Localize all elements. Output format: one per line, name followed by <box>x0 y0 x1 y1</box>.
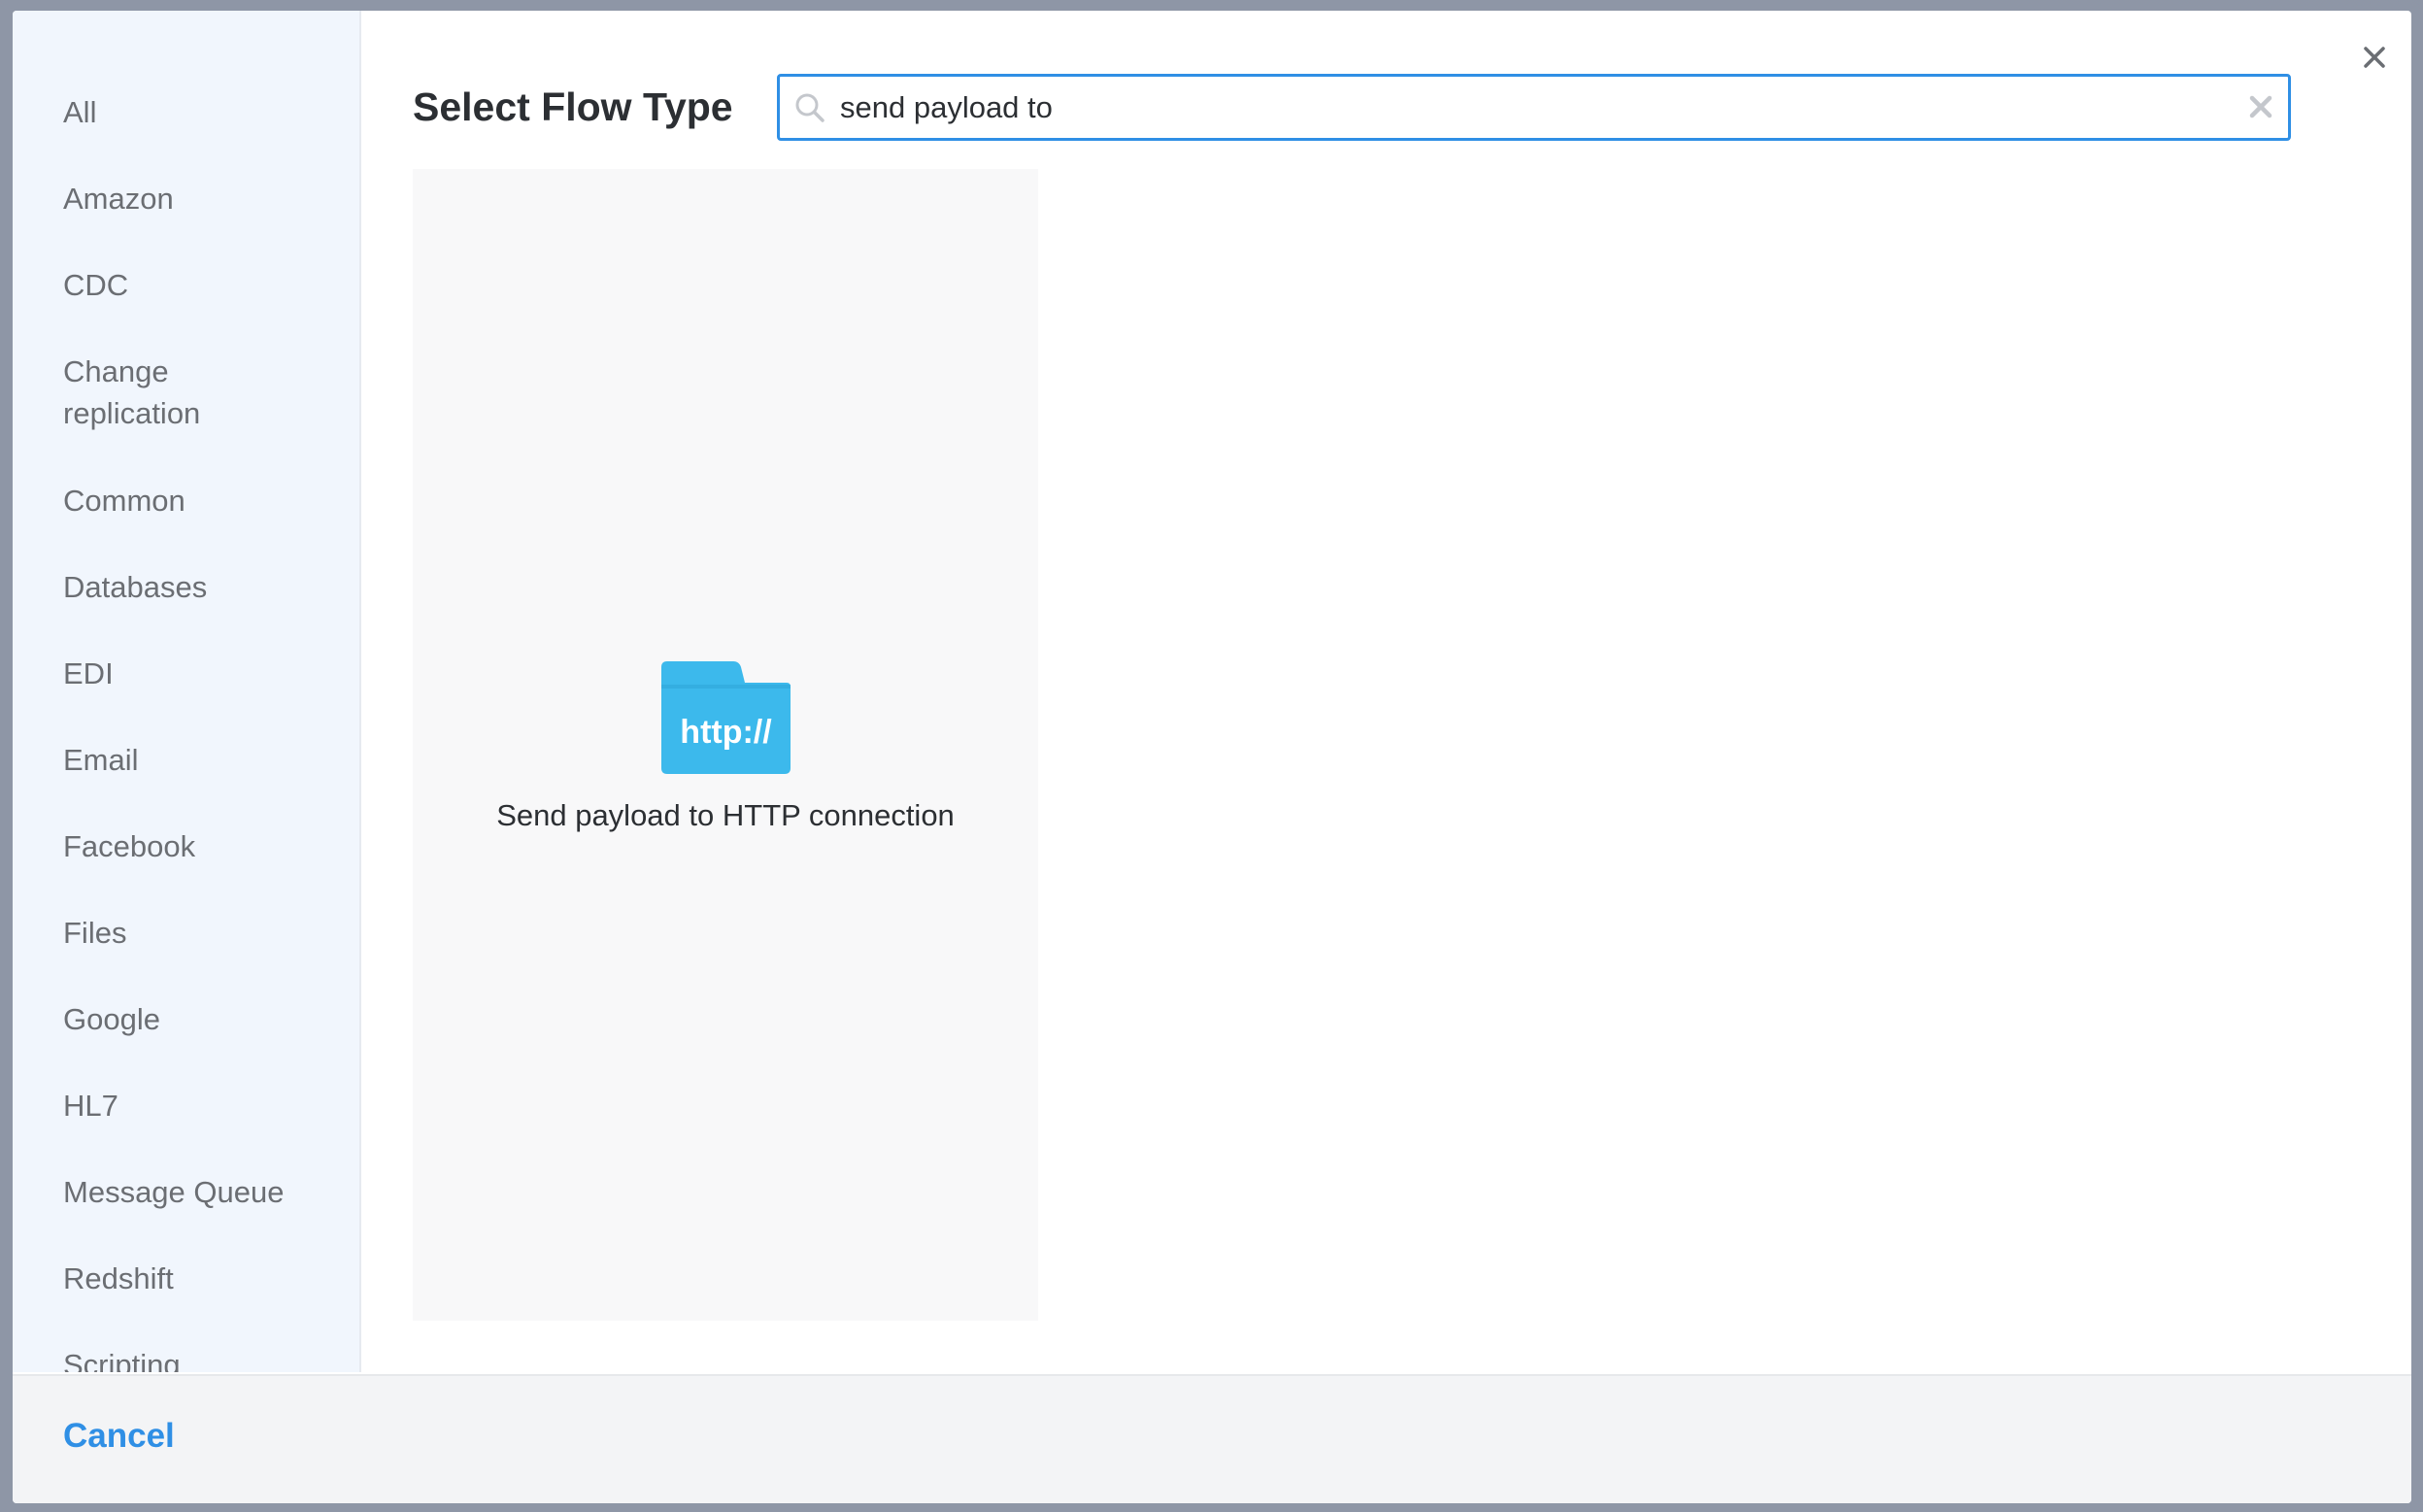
search-box[interactable] <box>777 74 2291 141</box>
select-flow-type-dialog: All Amazon CDC Change replication Common… <box>13 11 2411 1503</box>
sidebar-item-scripting[interactable]: Scripting <box>63 1344 345 1372</box>
http-icon-text: http:// <box>680 714 772 751</box>
sidebar-item-hl7[interactable]: HL7 <box>63 1085 345 1126</box>
page-title: Select Flow Type <box>413 84 733 129</box>
sidebar-item-common[interactable]: Common <box>63 480 345 521</box>
close-icon[interactable] <box>2357 40 2392 75</box>
http-folder-icon: http:// <box>659 659 792 776</box>
sidebar-item-all[interactable]: All <box>63 91 345 133</box>
sidebar-item-facebook[interactable]: Facebook <box>63 825 345 867</box>
dialog-footer: Cancel <box>13 1374 2411 1503</box>
sidebar-item-amazon[interactable]: Amazon <box>63 178 345 219</box>
search-input[interactable] <box>840 77 2219 138</box>
sidebar-item-edi[interactable]: EDI <box>63 653 345 694</box>
search-icon <box>793 91 826 124</box>
flow-card-label: Send payload to HTTP connection <box>496 798 955 832</box>
sidebar-item-files[interactable]: Files <box>63 912 345 954</box>
sidebar-item-cdc[interactable]: CDC <box>63 264 345 306</box>
sidebar-item-google[interactable]: Google <box>63 998 345 1040</box>
cancel-button[interactable]: Cancel <box>63 1417 175 1456</box>
sidebar-item-email[interactable]: Email <box>63 739 345 781</box>
category-sidebar: All Amazon CDC Change replication Common… <box>13 11 361 1372</box>
clear-search-icon[interactable] <box>2247 93 2274 120</box>
sidebar-item-redshift[interactable]: Redshift <box>63 1258 345 1299</box>
flow-card-send-payload-http[interactable]: http:// Send payload to HTTP connection <box>413 169 1038 1321</box>
sidebar-item-change-replication[interactable]: Change replication <box>63 351 257 434</box>
sidebar-item-message-queue[interactable]: Message Queue <box>63 1171 345 1213</box>
sidebar-item-databases[interactable]: Databases <box>63 566 345 608</box>
